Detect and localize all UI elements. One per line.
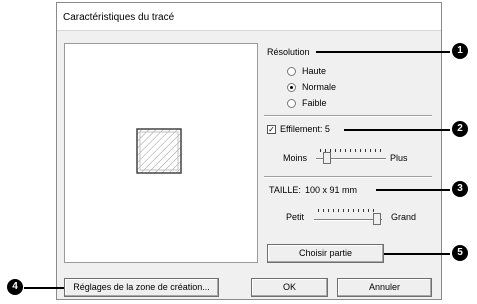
radio-faible[interactable]	[287, 99, 296, 108]
taille-slider-ticks	[318, 209, 378, 212]
preview-pane	[64, 43, 258, 263]
taille-slider-thumb[interactable]	[373, 213, 381, 225]
taille-value: 100 x 91 mm	[305, 185, 358, 195]
radio-normale[interactable]	[287, 83, 296, 92]
radio-haute-label: Haute	[302, 66, 327, 76]
radio-faible-label: Faible	[302, 98, 327, 108]
callout-5: 5	[452, 245, 468, 261]
separator-2	[264, 176, 432, 178]
effilement-label: Effilement: 5	[280, 124, 330, 134]
callout-line-4	[24, 287, 64, 289]
separator-1	[264, 115, 432, 117]
callout-2: 2	[452, 121, 468, 137]
dialog-titlebar: Caractéristiques du tracé	[57, 3, 441, 31]
hatched-square-shape	[136, 128, 182, 174]
ok-button[interactable]: OK	[251, 278, 328, 297]
radio-normale-label: Normale	[302, 82, 337, 92]
callout-line-3	[376, 189, 450, 191]
taille-max-label: Grand	[391, 212, 417, 222]
cancel-button[interactable]: Annuler	[337, 278, 432, 297]
taille-label: TAILLE:	[269, 185, 301, 195]
effilement-checkbox[interactable]: ✓	[267, 125, 276, 134]
callout-line-2	[344, 129, 450, 131]
taille-min-label: Petit	[286, 212, 305, 222]
effilement-max-label: Plus	[390, 153, 408, 163]
callout-4: 4	[7, 279, 23, 295]
dialog-title: Caractéristiques du tracé	[63, 12, 175, 23]
radio-haute[interactable]	[287, 67, 296, 76]
callout-line-1	[316, 51, 450, 53]
creation-zone-settings-button[interactable]: Réglages de la zone de création...	[64, 278, 219, 297]
resolution-label: Résolution	[267, 47, 310, 57]
choose-part-button[interactable]: Choisir partie	[267, 244, 384, 263]
taille-slider-track[interactable]	[314, 219, 382, 221]
callout-1: 1	[452, 43, 468, 59]
effilement-min-label: Moins	[283, 153, 308, 163]
effilement-slider-thumb[interactable]	[323, 152, 331, 164]
callout-line-5	[384, 253, 450, 255]
callout-3: 3	[452, 181, 468, 197]
